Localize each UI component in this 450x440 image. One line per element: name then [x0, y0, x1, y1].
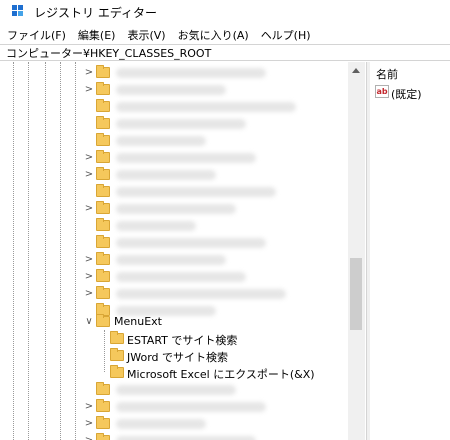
- folder-icon: [96, 252, 110, 265]
- chevron-right-icon[interactable]: >: [84, 149, 94, 167]
- folder-open-icon: [96, 314, 110, 327]
- blurred-key-name: [116, 221, 196, 231]
- blurred-key-name: [116, 419, 206, 429]
- tree-row-child[interactable]: JWord でサイト検索: [0, 347, 348, 365]
- blurred-key-name: [116, 272, 246, 282]
- folder-icon: [96, 433, 110, 440]
- tree-key-label[interactable]: JWord でサイト検索: [127, 349, 228, 365]
- folder-icon: [110, 348, 124, 361]
- menu-help[interactable]: ヘルプ(H): [256, 27, 316, 43]
- tree-row[interactable]: >: [0, 81, 348, 99]
- menu-view[interactable]: 表示(V): [122, 27, 170, 43]
- regedit-icon: [12, 5, 26, 19]
- blurred-key-name: [116, 102, 296, 112]
- chevron-right-icon[interactable]: >: [84, 166, 94, 184]
- chevron-right-icon[interactable]: >: [84, 251, 94, 269]
- tree-row[interactable]: >: [0, 398, 348, 416]
- tree-row[interactable]: [0, 381, 348, 399]
- address-path[interactable]: コンピューター¥HKEY_CLASSES_ROOT: [6, 45, 211, 61]
- blurred-key-name: [116, 289, 286, 299]
- tree-vertical-scrollbar[interactable]: [348, 62, 365, 440]
- blurred-key-name: [116, 85, 226, 95]
- tree-row-child[interactable]: ESTART でサイト検索: [0, 330, 348, 348]
- folder-icon: [96, 416, 110, 429]
- chevron-right-icon[interactable]: >: [84, 432, 94, 440]
- tree-row[interactable]: [0, 132, 348, 150]
- chevron-down-icon[interactable]: ∨: [84, 313, 94, 331]
- tree-row[interactable]: [0, 98, 348, 116]
- menu-bar: ファイル(F) 編集(E) 表示(V) お気に入り(A) ヘルプ(H): [0, 26, 450, 44]
- string-value-icon: ab: [375, 85, 389, 98]
- blurred-key-name: [116, 385, 236, 395]
- tree-row[interactable]: [0, 217, 348, 235]
- tree-row-child[interactable]: Microsoft Excel にエクスポート(&X): [0, 364, 348, 382]
- value-name-default[interactable]: (既定): [391, 86, 422, 102]
- tree-key-label[interactable]: ESTART でサイト検索: [127, 332, 237, 348]
- tree-row[interactable]: [0, 115, 348, 133]
- chevron-right-icon[interactable]: >: [84, 398, 94, 416]
- folder-icon: [96, 399, 110, 412]
- key-tree[interactable]: > > > > > > > > ∨ MenuExt ESTART でサイト検索 …: [0, 62, 366, 440]
- folder-icon: [96, 82, 110, 95]
- blurred-key-name: [116, 204, 236, 214]
- tree-row[interactable]: >: [0, 285, 348, 303]
- menu-file[interactable]: ファイル(F): [2, 27, 71, 43]
- folder-icon: [96, 133, 110, 146]
- tree-row-menuext[interactable]: ∨ MenuExt: [0, 313, 348, 331]
- folder-icon: [96, 167, 110, 180]
- tree-row[interactable]: >: [0, 415, 348, 433]
- blurred-key-name: [116, 255, 226, 265]
- tree-row[interactable]: >: [0, 166, 348, 184]
- blurred-key-name: [116, 119, 246, 129]
- blurred-key-name: [116, 436, 256, 440]
- menu-favorites[interactable]: お気に入り(A): [173, 27, 254, 43]
- tree-row[interactable]: >: [0, 149, 348, 167]
- blurred-key-name: [116, 153, 256, 163]
- folder-icon: [96, 116, 110, 129]
- folder-icon: [96, 184, 110, 197]
- chevron-right-icon[interactable]: >: [84, 268, 94, 286]
- chevron-right-icon[interactable]: >: [84, 415, 94, 433]
- folder-icon: [110, 365, 124, 378]
- blurred-key-name: [116, 187, 276, 197]
- values-pane[interactable]: 名前 ab (既定): [370, 62, 450, 440]
- blurred-key-name: [116, 170, 216, 180]
- chevron-right-icon[interactable]: >: [84, 64, 94, 82]
- blurred-key-name: [116, 68, 266, 78]
- blurred-key-name: [116, 402, 266, 412]
- folder-icon: [96, 218, 110, 231]
- folder-icon: [96, 382, 110, 395]
- menu-edit[interactable]: 編集(E): [73, 27, 121, 43]
- window-title: レジストリ エディター: [34, 5, 157, 20]
- tree-row[interactable]: [0, 234, 348, 252]
- title-bar: レジストリ エディター: [0, 0, 450, 24]
- address-bar[interactable]: コンピューター¥HKEY_CLASSES_ROOT: [0, 44, 450, 61]
- tree-row[interactable]: >: [0, 432, 348, 440]
- tree-row[interactable]: >: [0, 64, 348, 82]
- column-header-name[interactable]: 名前: [376, 66, 398, 82]
- scrollbar-thumb[interactable]: [350, 258, 362, 330]
- folder-icon: [96, 201, 110, 214]
- tree-key-label[interactable]: MenuExt: [114, 315, 162, 328]
- chevron-right-icon[interactable]: >: [84, 200, 94, 218]
- folder-icon: [96, 286, 110, 299]
- tree-row[interactable]: >: [0, 268, 348, 286]
- tree-row[interactable]: >: [0, 251, 348, 269]
- folder-icon: [96, 150, 110, 163]
- tree-row[interactable]: >: [0, 200, 348, 218]
- tree-key-label[interactable]: Microsoft Excel にエクスポート(&X): [127, 366, 315, 382]
- folder-icon: [96, 99, 110, 112]
- folder-icon: [110, 331, 124, 344]
- tree-row[interactable]: [0, 183, 348, 201]
- blurred-key-name: [116, 238, 266, 248]
- scroll-up-arrow-icon[interactable]: [352, 68, 360, 73]
- folder-icon: [96, 269, 110, 282]
- blurred-key-name: [116, 136, 206, 146]
- chevron-right-icon[interactable]: >: [84, 285, 94, 303]
- chevron-right-icon[interactable]: >: [84, 81, 94, 99]
- folder-icon: [96, 65, 110, 78]
- folder-icon: [96, 235, 110, 248]
